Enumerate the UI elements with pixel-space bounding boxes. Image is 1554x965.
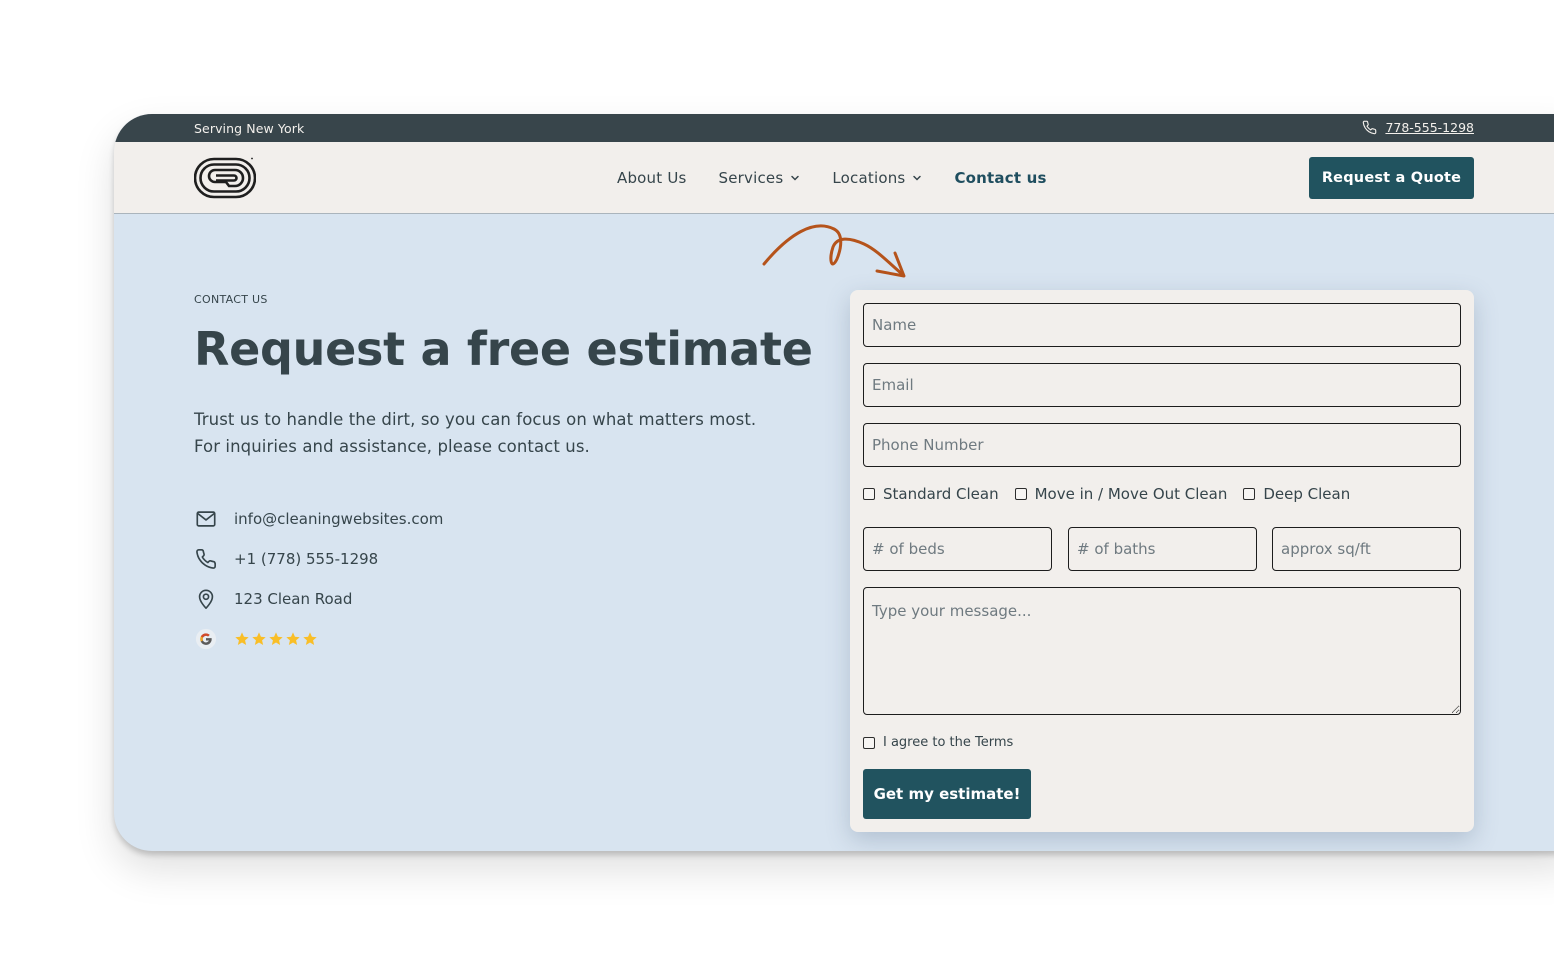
nav-item-label: Services bbox=[718, 168, 784, 187]
nav-item-label: Contact us bbox=[954, 168, 1047, 187]
hero-description: Trust us to handle the dirt, so you can … bbox=[194, 406, 814, 460]
phone-input[interactable] bbox=[863, 423, 1461, 467]
star-rating bbox=[234, 631, 318, 647]
star-icon bbox=[303, 632, 317, 645]
nav-item-services[interactable]: Services bbox=[719, 169, 801, 187]
logo-icon[interactable] bbox=[194, 157, 256, 199]
baths-input[interactable] bbox=[1068, 527, 1257, 571]
main-nav: About Us Services Locations Contact us bbox=[617, 142, 1079, 213]
phone-icon bbox=[194, 547, 218, 571]
contact-email: info@cleaningwebsites.com bbox=[194, 499, 443, 539]
email-input[interactable] bbox=[863, 363, 1461, 407]
nav-item-label: Locations bbox=[832, 168, 906, 187]
top-bar: Serving New York 778-555-1298 bbox=[114, 114, 1554, 142]
decorative-arrow-icon bbox=[762, 224, 906, 278]
terms-label: I agree to the Terms bbox=[883, 735, 1014, 750]
checkbox-box[interactable] bbox=[1243, 488, 1256, 500]
phone-link[interactable]: +1 (778) 555-1298 bbox=[234, 550, 378, 568]
star-icon bbox=[235, 632, 249, 645]
nav-item-label: About Us bbox=[617, 168, 687, 187]
request-quote-button[interactable]: Request a Quote bbox=[1309, 157, 1474, 199]
navbar: About Us Services Locations Contact us R… bbox=[114, 142, 1554, 214]
chevron-down-icon bbox=[791, 175, 800, 181]
name-input[interactable] bbox=[863, 303, 1461, 347]
section-eyebrow: CONTACT US bbox=[194, 293, 268, 306]
checkbox-box[interactable] bbox=[1014, 488, 1027, 500]
checkbox-label: Deep Clean bbox=[1263, 485, 1351, 503]
mail-icon bbox=[194, 507, 218, 531]
contact-address: 123 Clean Road bbox=[194, 579, 443, 619]
estimate-form: Standard Clean Move in / Move Out Clean … bbox=[850, 290, 1474, 832]
nav-item-contact-us[interactable]: Contact us bbox=[954, 169, 1046, 187]
top-bar-phone-link[interactable]: 778-555-1298 bbox=[1385, 120, 1474, 135]
checkbox-deep-clean[interactable]: Deep Clean bbox=[1243, 485, 1350, 503]
message-textarea[interactable] bbox=[863, 587, 1461, 715]
nav-item-locations[interactable]: Locations bbox=[832, 169, 922, 187]
checkbox-move-in-move-out-clean[interactable]: Move in / Move Out Clean bbox=[1014, 485, 1228, 503]
beds-input[interactable] bbox=[863, 527, 1052, 571]
nav-item-about-us[interactable]: About Us bbox=[617, 169, 687, 187]
checkbox-label: Standard Clean bbox=[883, 485, 999, 503]
get-estimate-button[interactable]: Get my estimate! bbox=[863, 769, 1031, 819]
star-icon bbox=[269, 632, 283, 645]
description-line: For inquiries and assistance, please con… bbox=[194, 437, 590, 456]
star-icon bbox=[252, 632, 266, 645]
contact-rating bbox=[194, 619, 443, 659]
map-pin-icon bbox=[194, 587, 218, 611]
google-icon bbox=[194, 627, 218, 651]
phone-icon bbox=[1363, 120, 1377, 135]
email-link[interactable]: info@cleaningwebsites.com bbox=[234, 510, 443, 528]
serving-area-text: Serving New York bbox=[194, 121, 305, 136]
star-icon bbox=[286, 632, 300, 645]
address-text: 123 Clean Road bbox=[234, 590, 353, 608]
checkbox-label: Move in / Move Out Clean bbox=[1034, 485, 1228, 503]
contact-info-list: info@cleaningwebsites.com +1 (778) 555-1… bbox=[194, 499, 443, 659]
contact-phone: +1 (778) 555-1298 bbox=[194, 539, 443, 579]
sqft-input[interactable] bbox=[1272, 527, 1461, 571]
top-bar-phone: 778-555-1298 bbox=[1362, 120, 1474, 135]
checkbox-box[interactable] bbox=[863, 488, 875, 500]
browser-frame: Serving New York 778-555-1298 About Us S… bbox=[114, 114, 1554, 851]
terms-checkbox[interactable]: I agree to the Terms bbox=[863, 735, 1013, 750]
service-type-checkboxes: Standard Clean Move in / Move Out Clean … bbox=[863, 485, 1366, 503]
chevron-down-icon bbox=[913, 175, 922, 181]
page-title: Request a free estimate bbox=[194, 322, 813, 376]
checkbox-box[interactable] bbox=[863, 736, 875, 749]
checkbox-standard-clean[interactable]: Standard Clean bbox=[863, 485, 999, 503]
description-line: Trust us to handle the dirt, so you can … bbox=[194, 410, 757, 429]
